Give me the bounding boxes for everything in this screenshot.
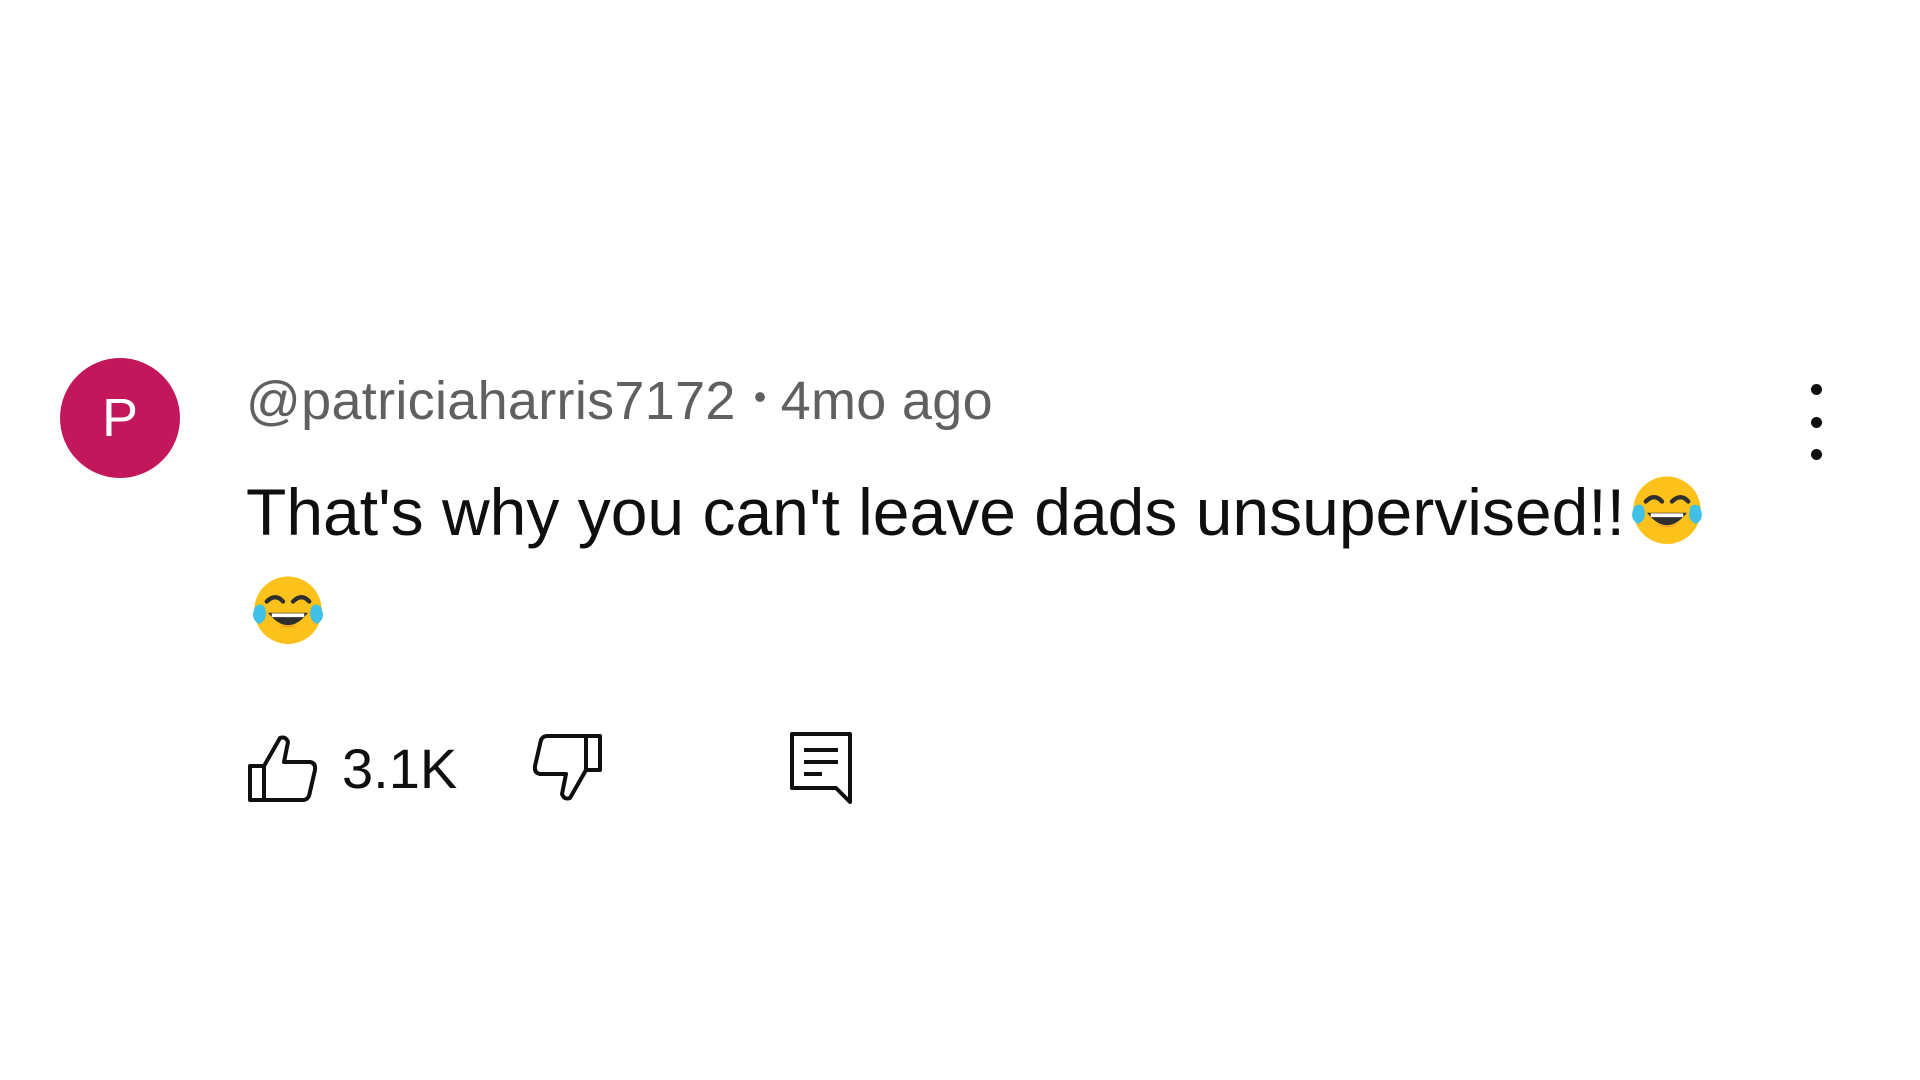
more-vertical-icon: [1810, 384, 1822, 395]
avatar-letter: P: [101, 388, 139, 448]
emoji-line: [246, 562, 1806, 662]
comment-header: @patriciaharris7172 • 4mo ago: [246, 370, 993, 432]
thumbs-down-icon[interactable]: [530, 730, 604, 806]
thumbs-up-icon[interactable]: [246, 730, 320, 806]
comment-text-content: That's why you can't leave dads unsuperv…: [246, 475, 1625, 549]
more-vertical-icon-dot: [1810, 416, 1822, 428]
avatar[interactable]: P: [60, 358, 180, 478]
timestamp[interactable]: 4mo ago: [781, 371, 993, 431]
comment-thread: P @patriciaharris7172 • 4mo ago That's why…: [0, 0, 1920, 1080]
author-handle[interactable]: @patriciaharris7172: [246, 371, 736, 431]
like-count: 3.1K: [342, 737, 458, 800]
separator-dot: •: [753, 375, 767, 417]
more-vertical-icon-dot: [1810, 449, 1822, 460]
reply-comment-icon[interactable]: [788, 730, 854, 806]
face-with-tears-of-joy-icon: [253, 576, 323, 644]
comment-text: That's why you can't leave dads unsuperv…: [246, 462, 1806, 662]
face-with-tears-of-joy-icon: [1632, 476, 1702, 544]
more-options-button[interactable]: [1796, 384, 1836, 460]
